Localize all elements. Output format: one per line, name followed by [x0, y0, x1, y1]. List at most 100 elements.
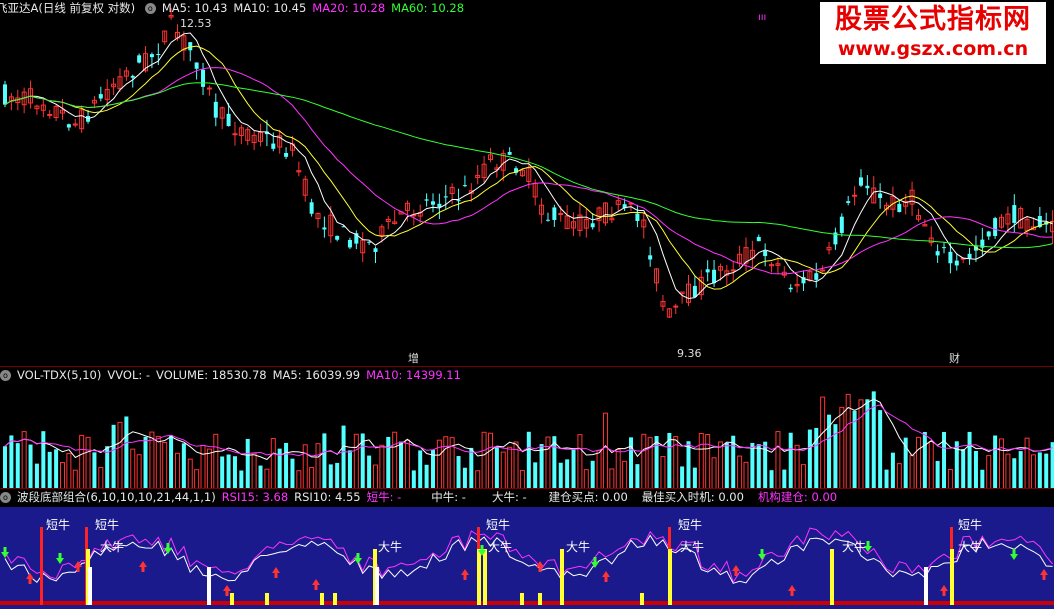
candlestick — [309, 198, 314, 217]
volume-bar — [15, 443, 20, 489]
event-label-cai: 财 — [949, 352, 960, 365]
volume-bar — [947, 469, 953, 489]
candlestick — [763, 243, 768, 267]
small-signal-bar — [265, 593, 269, 605]
volume-bar — [28, 444, 33, 489]
candlestick — [385, 216, 391, 230]
circle-icon[interactable]: o — [144, 3, 156, 14]
candlestick — [839, 213, 844, 237]
volume-bar — [615, 448, 621, 489]
candlestick — [322, 216, 327, 238]
volume-pane[interactable]: o VOL-TDX(5,10) VVOL: - VOLUME: 18530.78 MA5… — [0, 366, 1054, 489]
volume-bar — [878, 410, 883, 489]
volume-bar — [692, 467, 697, 489]
candlestick — [111, 78, 117, 96]
volume-bar — [909, 454, 915, 489]
volume-bar — [315, 443, 321, 489]
candlestick — [238, 124, 244, 145]
volume-bar — [993, 435, 998, 489]
candlestick — [915, 208, 921, 222]
volume-bar — [155, 435, 161, 489]
candlestick — [673, 303, 679, 314]
site-watermark: 股票公式指标网 www.gszx.com.cn — [820, 2, 1046, 64]
volume-bar — [430, 449, 435, 489]
volume-bar — [251, 452, 257, 489]
candlestick — [648, 246, 653, 267]
volume-bar — [986, 455, 992, 489]
volume-chart[interactable] — [0, 367, 1054, 489]
candlestick — [21, 87, 27, 114]
volume-bar — [124, 416, 129, 489]
candlestick — [801, 270, 806, 292]
candlestick — [654, 268, 660, 292]
short-bull-label: 短牛 — [46, 517, 70, 532]
candlestick — [686, 274, 692, 307]
build-signal-bar — [88, 567, 92, 605]
candlestick — [571, 212, 577, 236]
candlestick — [206, 85, 212, 96]
volume-bar — [347, 450, 352, 489]
indicator-chart[interactable]: 短牛 短牛 短牛 短牛 短牛大牛 大牛 大牛 大牛 大牛 大牛 大牛 — [0, 489, 1054, 609]
candlestick — [865, 175, 870, 196]
candlestick — [954, 253, 959, 271]
period-info: (日线 前复权 对数) — [38, 1, 136, 15]
small-signal-bar — [230, 593, 234, 605]
candlestick — [188, 42, 193, 62]
candlestick — [181, 31, 187, 61]
volume-bar — [775, 431, 781, 489]
volume-bar — [915, 436, 921, 489]
volume-bar — [705, 434, 711, 489]
volume-bar — [800, 464, 806, 489]
volume-bar — [206, 448, 212, 489]
volume-bar — [686, 441, 691, 489]
volume-bar — [539, 444, 544, 489]
volume-bar — [386, 436, 391, 489]
candlestick — [162, 30, 168, 45]
circle-icon[interactable]: o — [0, 492, 11, 503]
candlestick — [462, 175, 467, 188]
big-bull-value: 大牛: - — [491, 490, 527, 504]
volume-bar — [392, 431, 398, 489]
candlestick — [890, 186, 896, 218]
volume-bar — [341, 425, 346, 489]
candlestick — [539, 198, 545, 224]
candlestick — [641, 212, 647, 239]
volume-bar — [54, 449, 59, 489]
build-signal-bar — [207, 567, 211, 605]
ma10-line — [4, 45, 1053, 290]
candlestick — [552, 204, 557, 227]
candlestick — [749, 240, 755, 268]
volume-bar — [717, 441, 723, 489]
volume-bar — [309, 467, 315, 489]
circle-icon[interactable]: o — [0, 370, 11, 381]
volume-bar — [519, 469, 525, 489]
volume-bar — [220, 456, 225, 489]
volume-bar — [545, 436, 551, 489]
volume-bar — [1037, 452, 1042, 489]
candlestick — [437, 193, 442, 220]
volume-bar — [724, 442, 729, 489]
volume-bar — [622, 460, 628, 489]
volume-bar — [213, 433, 219, 489]
volume-bar — [226, 454, 231, 489]
candlestick — [635, 204, 640, 228]
volume-bar — [769, 470, 774, 489]
volume-bar — [565, 459, 570, 489]
candlestick — [814, 262, 819, 288]
volume-bar — [130, 448, 136, 489]
big-bull-signal-bar — [668, 549, 672, 605]
volume-bar — [245, 438, 250, 489]
candlestick — [935, 244, 940, 263]
signal-mark: ııı — [758, 12, 767, 23]
indicator-pane[interactable]: 短牛 短牛 短牛 短牛 短牛 大牛 大牛 大牛 大牛 大牛 大牛 大牛 o 波段底部组合(6,10,10… — [0, 488, 1054, 609]
volume-bar — [181, 443, 186, 489]
candlestick — [993, 216, 998, 239]
volume-bar — [641, 433, 647, 489]
big-bull-signal-bar — [830, 549, 834, 605]
candlestick — [47, 110, 53, 119]
candlestick — [258, 123, 264, 147]
big-bull-label: 大牛 — [100, 539, 124, 554]
candlestick — [986, 230, 991, 240]
volume-bar — [290, 458, 295, 489]
small-signal-bar — [320, 593, 324, 605]
